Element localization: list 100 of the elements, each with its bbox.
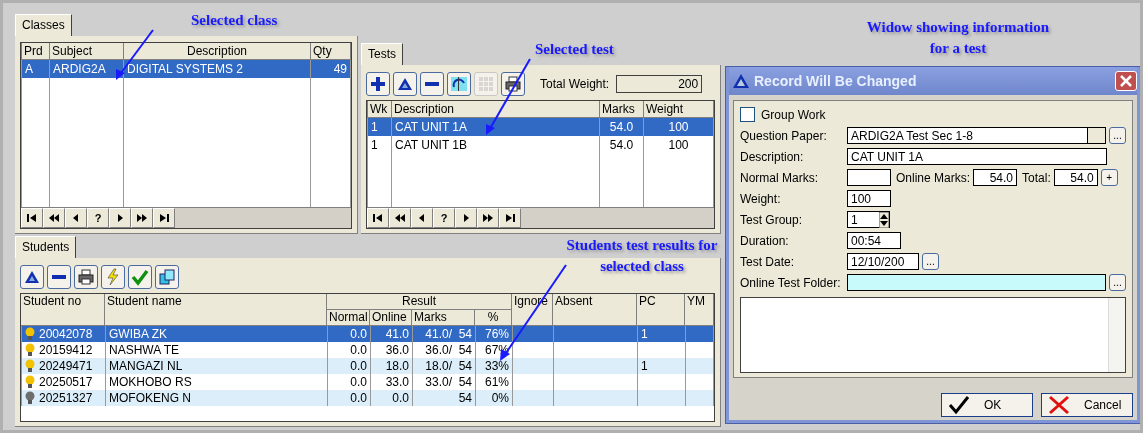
scrollbar[interactable] (1108, 298, 1125, 372)
normal-marks-field[interactable] (847, 169, 891, 186)
nav-prev-button[interactable] (65, 208, 87, 228)
student-row[interactable]: 20251327 MOFOKENG N 0.0 0.0 54 0% (21, 390, 714, 406)
double-right-arrow-icon (482, 214, 494, 222)
field-label: Weight: (740, 191, 782, 206)
column-header[interactable]: Qty (310, 43, 351, 60)
column-header[interactable]: Description (391, 101, 600, 118)
test-row[interactable]: 1 CAT UNIT 1B 54.0 100 (367, 136, 714, 154)
students-tab[interactable]: Students (15, 236, 77, 258)
table-cell: 20249471 (39, 358, 93, 373)
column-header[interactable]: Wk (367, 101, 392, 118)
delete-button[interactable] (420, 72, 444, 96)
test-date-field[interactable]: 12/10/200 (847, 253, 919, 270)
table-cell: 0.0 (350, 327, 367, 341)
browse-button[interactable]: ... (1109, 274, 1126, 291)
table-cell: 33.0/ 54 (425, 375, 472, 389)
field-label: Normal Marks: (740, 170, 819, 185)
group-work-checkbox[interactable] (740, 107, 755, 122)
duration-field[interactable]: 00:54 (847, 232, 901, 249)
field-label: Test Date: (740, 254, 796, 269)
add-button[interactable] (366, 72, 390, 96)
date-picker-button[interactable]: ... (922, 253, 939, 270)
check-icon (948, 395, 970, 415)
total-weight-field: 200 (616, 75, 703, 93)
find-button[interactable]: ? (87, 208, 109, 228)
print-icon (504, 75, 522, 93)
add-button[interactable]: + (1100, 169, 1118, 186)
online-test-folder-field[interactable] (847, 274, 1106, 291)
test-row[interactable]: 1 CAT UNIT 1A 54.0 100 (367, 117, 714, 136)
find-button[interactable]: ? (433, 208, 455, 228)
nav-last-button[interactable] (499, 208, 521, 228)
lightbulb-icon (25, 391, 35, 406)
nav-prev-page-button[interactable] (43, 208, 65, 228)
grid-icon (477, 75, 495, 93)
table-cell: MANGAZI NL (109, 359, 183, 373)
close-icon (1120, 75, 1132, 87)
column-header[interactable]: Description (123, 43, 311, 60)
student-row[interactable]: 20249471 MANGAZI NL 0.0 18.0 18.0/ 54 33% 1 (21, 358, 714, 374)
column-header[interactable]: Marks (599, 101, 644, 118)
check-button[interactable] (128, 265, 152, 289)
description-field[interactable]: CAT UNIT 1A (847, 148, 1107, 165)
notes-field[interactable] (740, 297, 1126, 373)
field-label: Total: (1022, 170, 1051, 185)
print-button[interactable] (74, 265, 98, 289)
table-cell: MOFOKENG N (109, 391, 191, 405)
classes-tab[interactable]: Classes (15, 14, 72, 36)
nav-next-page-button[interactable] (131, 208, 153, 228)
double-left-arrow-icon (394, 214, 406, 222)
edit-button[interactable] (393, 72, 417, 96)
column-header[interactable]: Prd (21, 43, 50, 60)
student-row[interactable]: 20042078 GWIBA ZK 0.0 41.0 41.0/ 54 76% 1 (21, 326, 714, 342)
weight-field[interactable]: 100 (847, 190, 891, 207)
total-field[interactable]: 54.0 (1053, 169, 1098, 186)
delete-button[interactable] (47, 265, 71, 289)
close-button[interactable] (1115, 71, 1137, 91)
print-icon (77, 268, 95, 286)
nav-prev-page-button[interactable] (389, 208, 411, 228)
table-cell: 20251327 (39, 390, 93, 405)
online-marks-field[interactable]: 54.0 (973, 169, 1018, 186)
x-icon (1048, 395, 1070, 415)
column-group-header: Result (327, 294, 512, 310)
swap-button[interactable] (447, 72, 471, 96)
nav-next-button[interactable] (109, 208, 131, 228)
table-cell: 0.0 (392, 391, 409, 405)
nav-last-button[interactable] (153, 208, 175, 228)
nav-first-button[interactable] (21, 208, 43, 228)
column-header[interactable]: Subject (49, 43, 124, 60)
last-record-icon (158, 214, 170, 222)
table-cell: MOKHOBO RS (109, 375, 192, 389)
cancel-button[interactable]: Cancel (1041, 393, 1133, 417)
ok-button[interactable]: OK (941, 393, 1033, 417)
copy-button[interactable] (155, 265, 179, 289)
tests-tab[interactable]: Tests (361, 43, 403, 65)
table-cell: GWIBA ZK (109, 327, 167, 341)
lightbulb-icon (25, 343, 35, 358)
nav-prev-button[interactable] (411, 208, 433, 228)
table-cell: 1 (641, 359, 648, 373)
field-label: Online Marks: (896, 170, 971, 185)
nav-next-button[interactable] (455, 208, 477, 228)
column-header[interactable]: Weight (643, 101, 714, 118)
table-cell: 20042078 (39, 326, 93, 341)
print-button[interactable] (501, 72, 525, 96)
browse-button[interactable]: ... (1109, 127, 1126, 144)
class-row[interactable]: A ARDIG2A DIGITAL SYSTEMS 2 49 (21, 59, 351, 78)
plus-icon (369, 75, 387, 93)
dialog-title: Record Will Be Changed (754, 73, 918, 89)
total-weight-label: Total Weight: (540, 77, 610, 91)
edit-button[interactable] (20, 265, 44, 289)
question-paper-field[interactable]: ARDIG2A Test Sec 1-8 (847, 127, 1089, 144)
test-group-spinner[interactable]: 1 (847, 211, 890, 228)
lightning-button[interactable] (101, 265, 125, 289)
table-cell: 54 (458, 391, 472, 405)
table-cell: 1 (641, 327, 648, 341)
dropdown-button[interactable] (1087, 127, 1106, 144)
table-cell: 0.0 (350, 391, 367, 405)
table-cell: 18.0/ 54 (425, 359, 472, 373)
nav-next-page-button[interactable] (477, 208, 499, 228)
table-cell: 0% (491, 391, 509, 405)
nav-first-button[interactable] (367, 208, 389, 228)
